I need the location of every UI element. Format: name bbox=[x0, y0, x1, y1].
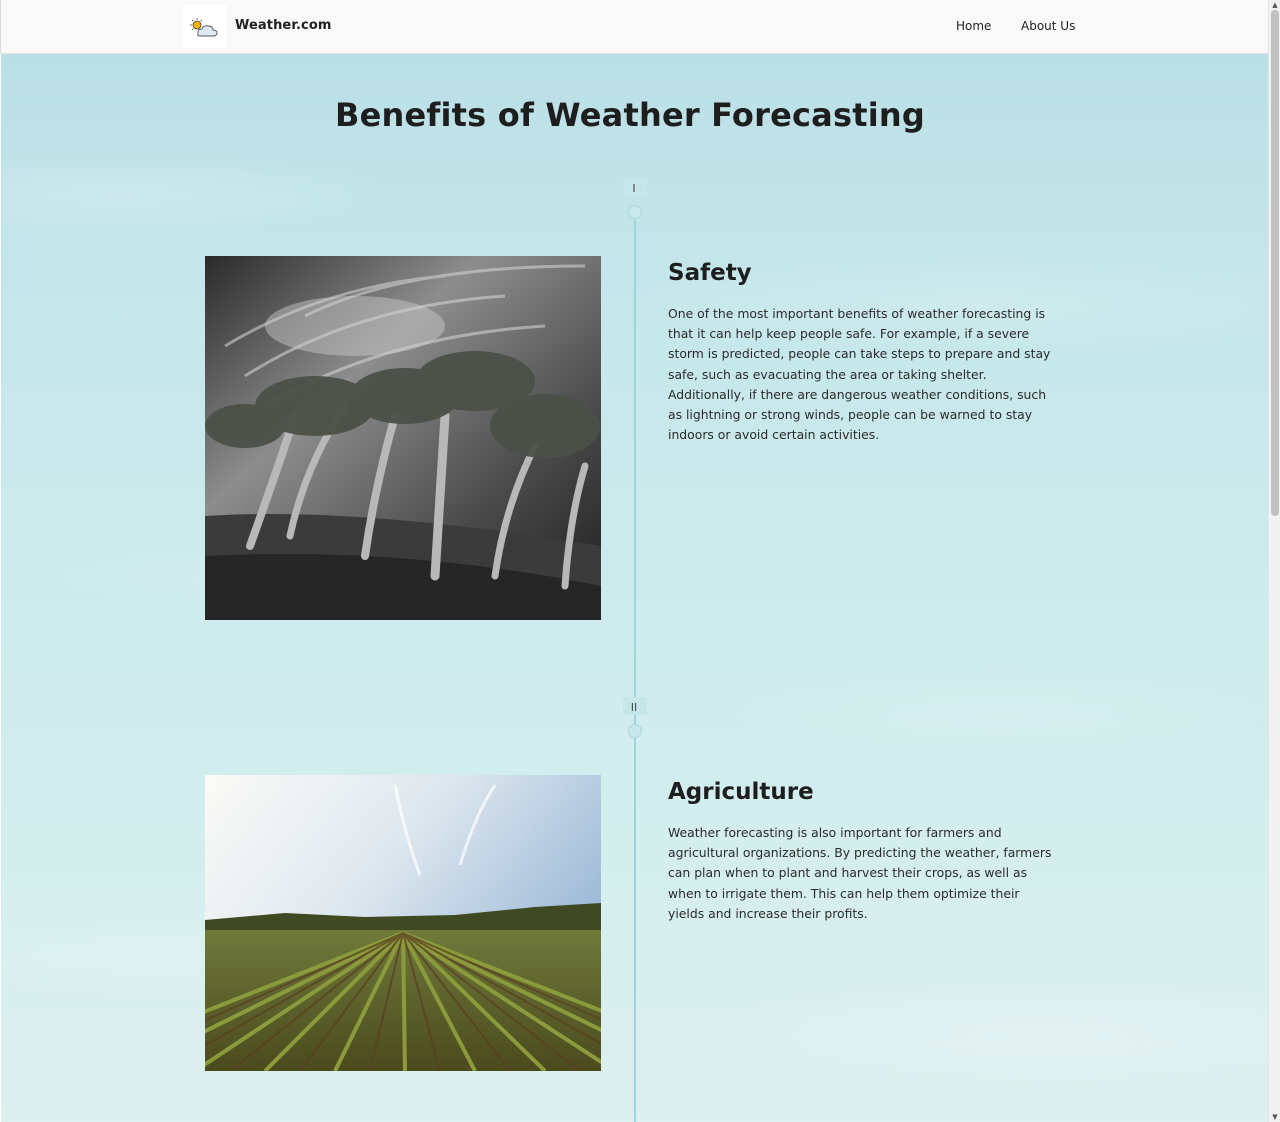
timeline-node bbox=[628, 205, 642, 219]
section-text: One of the most important benefits of we… bbox=[668, 306, 1051, 443]
brand-name[interactable]: Weather.com bbox=[235, 18, 332, 33]
top-navbar: Weather.com Home About Us bbox=[0, 0, 1268, 54]
section-numeral: I bbox=[632, 182, 636, 195]
section-numeral: II bbox=[630, 701, 638, 714]
scroll-up-arrow-icon[interactable]: ▲ bbox=[1269, 0, 1280, 10]
page-title: Benefits of Weather Forecasting bbox=[335, 96, 925, 134]
nav-about-us-link[interactable]: About Us bbox=[1021, 19, 1075, 33]
crop-field-photo bbox=[205, 775, 601, 1071]
section-title: Agriculture bbox=[668, 779, 814, 805]
logo[interactable] bbox=[183, 5, 226, 48]
timeline-node bbox=[628, 724, 642, 738]
nav-home-link[interactable]: Home bbox=[956, 19, 991, 33]
scrollbar-thumb[interactable] bbox=[1271, 10, 1279, 516]
scroll-down-arrow-icon[interactable]: ▼ bbox=[1269, 1112, 1280, 1122]
section-text: Weather forecasting is also important fo… bbox=[668, 825, 1052, 921]
timeline-line bbox=[634, 220, 636, 1122]
windswept-trees-photo bbox=[205, 256, 601, 620]
section-title: Safety bbox=[668, 260, 752, 286]
sun-cloud-icon bbox=[190, 18, 218, 37]
main-content: Benefits of Weather Forecasting I Safety… bbox=[1, 54, 1268, 1122]
vertical-scrollbar[interactable]: ▲ ▼ bbox=[1268, 0, 1280, 1122]
